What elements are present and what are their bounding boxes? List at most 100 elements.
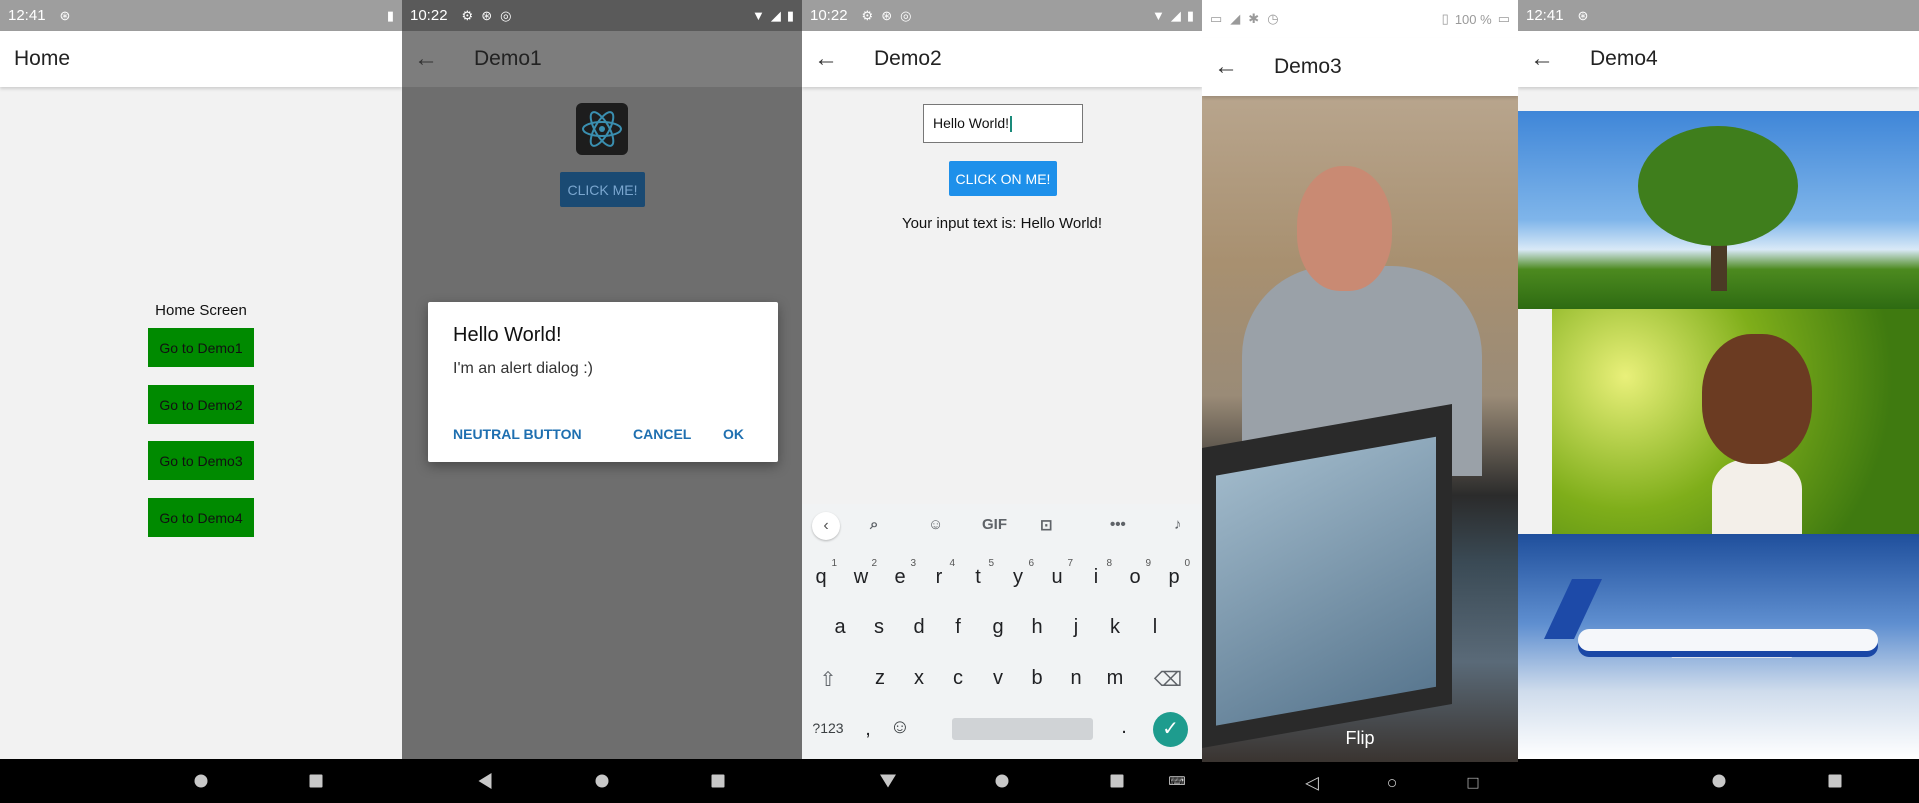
flip-camera-button[interactable]: Flip [1202,728,1518,749]
go-to-demo3-button[interactable]: Go to Demo3 [148,441,254,480]
key-b[interactable]: b [1021,667,1053,690]
alarm-icon: ◷ [1267,11,1279,26]
recents-nav-icon[interactable]: □ [1468,772,1479,793]
key-y[interactable]: y6 [1002,558,1034,589]
key-i[interactable]: i8 [1080,558,1112,589]
click-me-button[interactable]: CLICK ME! [560,172,645,207]
key-s[interactable]: s [863,616,895,639]
back-arrow-icon[interactable]: ← [1530,45,1556,73]
key-w[interactable]: w2 [845,558,877,589]
keyboard-collapse-icon[interactable]: ‹ [812,512,840,540]
key-l[interactable]: l [1139,616,1171,639]
key-j[interactable]: j [1060,616,1092,639]
key-r[interactable]: r4 [923,558,955,589]
period-key[interactable]: . [1108,716,1140,739]
settings-icon: ⚙ [461,7,474,23]
symbols-key[interactable]: ?123 [810,720,846,736]
backspace-key-icon[interactable]: ⌫ [1152,667,1184,692]
ok-button[interactable]: OK [723,426,744,442]
status-bar: 10:22 ⚙ ⊛ ◎ ▼ ◢ ▮ [402,0,802,31]
demo2-panel: 10:22 ⚙ ⊛ ◎ ▼ ◢ ▮ ← Demo2 Hello World! C… [802,0,1202,803]
space-key[interactable] [952,718,1093,740]
system-nav-bar: ⌨ [802,759,1202,803]
home-nav-icon[interactable] [1712,774,1726,788]
key-v[interactable]: v [982,667,1014,690]
recents-nav-icon[interactable] [309,774,323,788]
emoji-key-icon[interactable]: ☺ [884,716,916,739]
system-nav-bar [0,759,402,803]
translate-icon[interactable]: ⊡ [1040,516,1053,534]
nfc-icon: ▭ [1210,11,1223,26]
key-x[interactable]: x [903,667,935,690]
key-z[interactable]: z [864,667,896,690]
recents-nav-icon[interactable] [1110,774,1124,788]
gif-button[interactable]: GIF [982,516,1007,533]
home-nav-icon[interactable] [995,774,1009,788]
back-arrow-icon[interactable]: ← [1214,53,1240,81]
go-to-demo2-button[interactable]: Go to Demo2 [148,385,254,424]
sticker-icon[interactable]: ☺ [928,516,943,533]
hide-keyboard-nav-icon[interactable] [880,774,896,788]
key-q[interactable]: q1 [805,558,837,589]
app-bar: ← Demo3 [1202,38,1518,96]
key-h[interactable]: h [1021,616,1053,639]
key-k[interactable]: k [1099,616,1131,639]
dialog-title: Hello World! [453,324,562,346]
key-c[interactable]: c [942,667,974,690]
more-options-icon[interactable]: ••• [1110,516,1126,533]
system-nav-bar [402,759,802,803]
key-p[interactable]: p0 [1158,558,1190,589]
key-e[interactable]: e3 [884,558,916,589]
click-on-me-button[interactable]: CLICK ON ME! [949,161,1057,196]
signal-icon: ◢ [1230,11,1241,26]
demo3-panel: ▭ ◢ ✱ ◷ ▯ 100 % ▭ ← Demo3 Flip ◁ ○ □ [1202,0,1518,803]
page-title: Home [14,47,71,70]
app-bar: ← Demo4 [1518,31,1919,87]
home-nav-icon[interactable] [194,774,208,788]
signal-icon: ◢ [770,7,781,23]
key-u[interactable]: u7 [1041,558,1073,589]
battery-icon: ▮ [786,7,794,23]
recents-nav-icon[interactable] [711,774,725,788]
react-logo-icon [576,103,628,155]
home-nav-icon[interactable]: ○ [1387,772,1398,793]
key-g[interactable]: g [982,616,1014,639]
text-input[interactable]: Hello World! [923,104,1083,143]
demo1-panel: 10:22 ⚙ ⊛ ◎ ▼ ◢ ▮ ← Demo1 CLICK ME! Hell… [402,0,802,803]
neutral-button[interactable]: NEUTRAL BUTTON [453,426,582,442]
result-text: Your input text is: Hello World! [901,215,1103,232]
soft-keyboard: ‹ ⌕ ☺ GIF ⊡ ••• ♪ q1 w2 e3 r4 t5 y6 u7 i… [802,504,1202,759]
status-bar: ▭ ◢ ✱ ◷ ▯ 100 % ▭ [1202,0,1518,38]
shift-key-icon[interactable]: ⇧ [812,667,844,692]
key-a[interactable]: a [824,616,856,639]
battery-icon: ▭ [1497,11,1510,26]
home-nav-icon[interactable] [595,774,609,788]
home-screen-panel: 12:41 ⊛ ▮ Home Home Screen Go to Demo1 G… [0,0,402,803]
comma-key[interactable]: , [852,718,884,741]
key-f[interactable]: f [942,616,974,639]
microphone-icon[interactable]: ♪ [1174,516,1182,533]
enter-check-icon[interactable]: ✓ [1153,712,1188,747]
home-screen-label: Home Screen [155,302,247,319]
back-arrow-icon[interactable]: ← [814,45,840,73]
recents-nav-icon[interactable] [1828,774,1842,788]
status-time: 10:22 [410,7,448,24]
back-nav-icon[interactable]: ◁ [1305,772,1319,793]
settings-icon: ⚙ [861,7,874,23]
back-arrow-icon[interactable]: ← [414,45,440,73]
search-icon[interactable]: ⌕ [870,516,878,533]
system-nav-bar: ◁ ○ □ [1202,762,1518,803]
cancel-button[interactable]: CANCEL [633,426,691,442]
input-value: Hello World! [933,115,1009,131]
go-to-demo4-button[interactable]: Go to Demo4 [148,498,254,537]
keyboard-switch-icon[interactable]: ⌨ [1168,774,1185,788]
key-o[interactable]: o9 [1119,558,1151,589]
go-to-demo1-button[interactable]: Go to Demo1 [148,328,254,367]
key-t[interactable]: t5 [962,558,994,589]
key-d[interactable]: d [903,616,935,639]
page-title: Demo2 [874,47,942,70]
status-time: 12:41 [1526,7,1564,24]
key-m[interactable]: m [1099,667,1131,690]
key-n[interactable]: n [1060,667,1092,690]
back-nav-icon[interactable] [478,773,492,789]
